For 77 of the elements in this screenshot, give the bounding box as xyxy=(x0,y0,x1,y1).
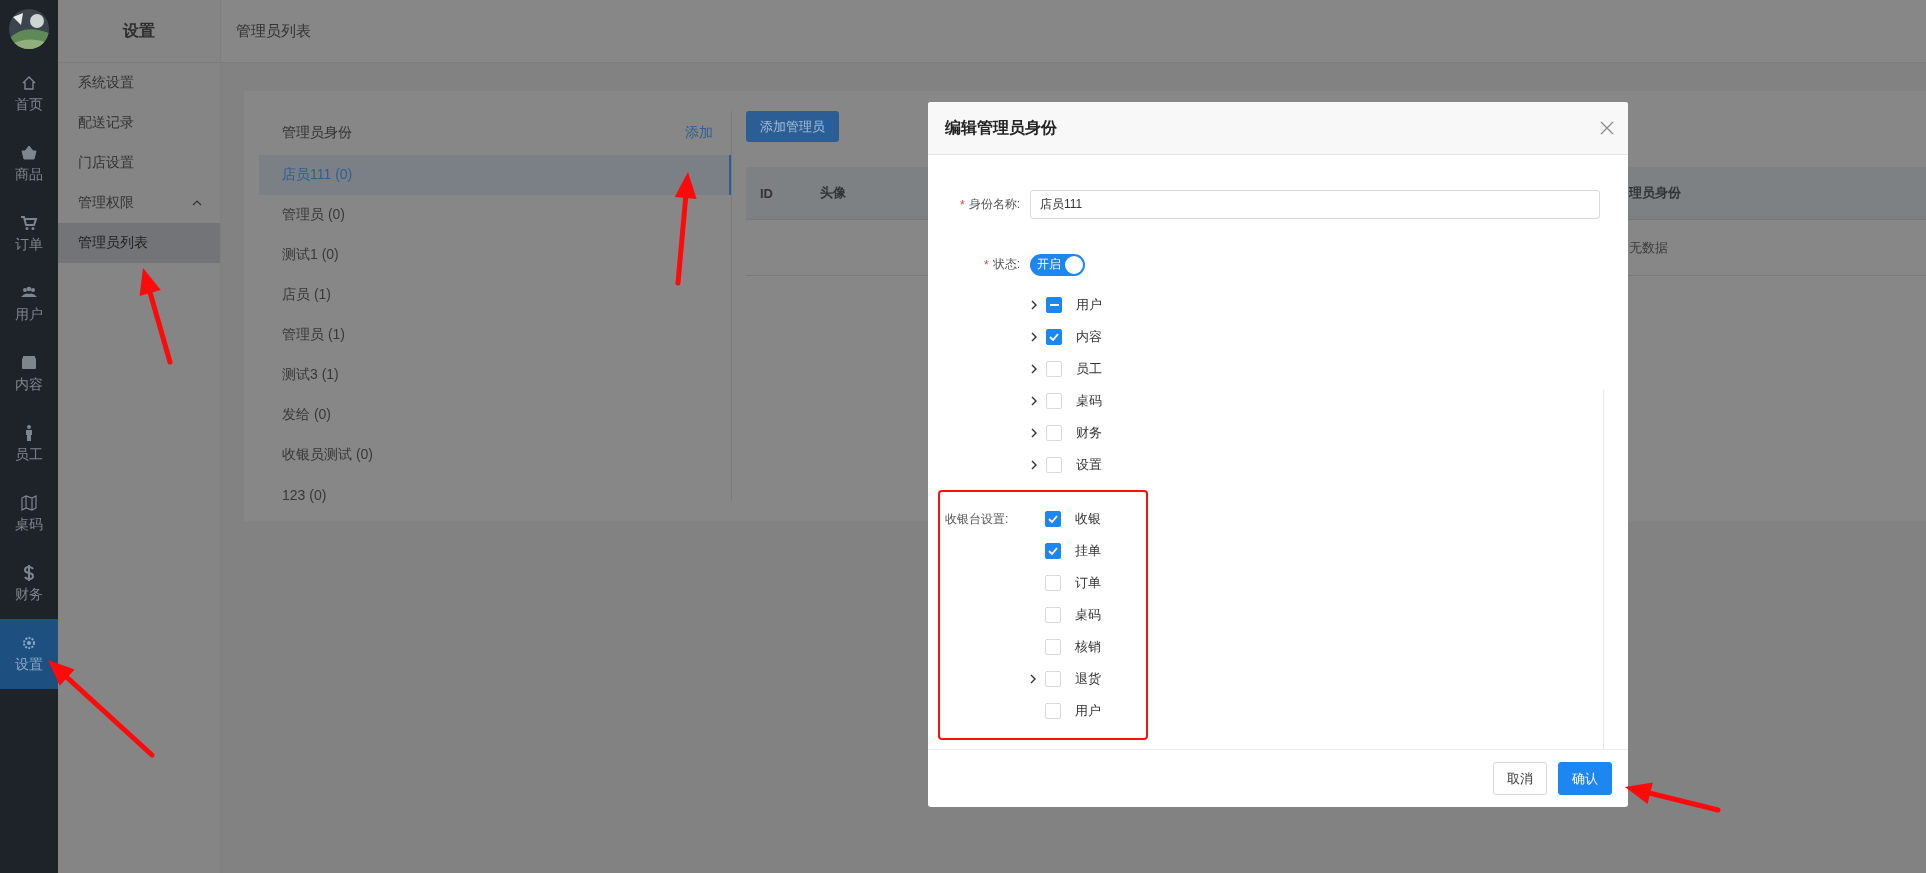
empty-text: 无数据 xyxy=(1629,238,1669,257)
required-mark: * xyxy=(984,257,989,272)
permission-label: 用户 xyxy=(1075,702,1101,720)
home-icon xyxy=(20,74,38,92)
section-label: 收银台设置: xyxy=(944,510,1010,528)
column-header: ID xyxy=(760,185,773,201)
chevron-icon[interactable] xyxy=(1030,396,1038,406)
role-item[interactable]: 店员 (1) xyxy=(259,275,731,315)
cart-icon xyxy=(20,214,38,232)
role-item[interactable]: 测试1 (0) xyxy=(259,235,731,275)
chevron-icon[interactable] xyxy=(1030,428,1038,438)
permission-label: 挂单 xyxy=(1075,542,1101,560)
sidebar-item[interactable]: 管理员列表 xyxy=(58,223,220,263)
nav-item[interactable]: 财务 xyxy=(0,549,58,619)
checkbox[interactable] xyxy=(1045,511,1061,527)
field-label: 状态: xyxy=(992,256,1020,273)
nav-item[interactable]: 用户 xyxy=(0,269,58,339)
checkbox[interactable] xyxy=(1045,543,1061,559)
chevron-icon[interactable] xyxy=(1029,674,1037,684)
basket-icon xyxy=(20,144,38,162)
chevron-icon[interactable] xyxy=(1030,460,1038,470)
role-item[interactable]: 123 (0) xyxy=(259,475,731,515)
permission-label: 员工 xyxy=(1076,360,1102,378)
nav-item[interactable]: 桌码 xyxy=(0,479,58,549)
role-item[interactable]: 收银员测试 (0) xyxy=(259,435,731,475)
map-icon xyxy=(20,494,38,512)
add-link[interactable]: 添加 xyxy=(685,124,713,142)
sidebar-item[interactable]: 门店设置 xyxy=(58,143,220,183)
permission-label: 设置 xyxy=(1076,456,1102,474)
permission-label: 桌码 xyxy=(1076,392,1102,410)
permission-label: 核销 xyxy=(1075,638,1101,656)
nav-item[interactable]: 商品 xyxy=(0,129,58,199)
check-icon xyxy=(1048,515,1058,523)
permission-label: 内容 xyxy=(1076,328,1102,346)
page-title: 管理员列表 xyxy=(236,21,311,41)
caret-icon[interactable] xyxy=(192,200,202,206)
checkbox[interactable] xyxy=(1046,329,1062,345)
nav-item[interactable]: 订单 xyxy=(0,199,58,269)
sidebar-title: 设置 xyxy=(58,0,220,63)
field-label: 身份名称: xyxy=(968,196,1020,213)
nav-item[interactable]: 设置 xyxy=(0,619,58,689)
permission-label: 收银 xyxy=(1075,510,1101,528)
role-item[interactable]: 管理员 (1) xyxy=(259,315,731,355)
sidebar-item[interactable]: 系统设置 xyxy=(58,63,220,103)
permission-label: 财务 xyxy=(1076,424,1102,442)
status-switch[interactable]: 开启 xyxy=(1030,253,1085,276)
check-icon xyxy=(1049,333,1059,341)
close-icon[interactable] xyxy=(1600,121,1614,135)
cancel-button[interactable]: 取消 xyxy=(1493,762,1547,795)
role-item[interactable]: 管理员 (0) xyxy=(259,195,731,235)
role-item[interactable]: 测试3 (1) xyxy=(259,355,731,395)
column-header: 理员身份 xyxy=(1629,185,1681,200)
dash-icon xyxy=(1049,304,1059,306)
check-icon xyxy=(1048,547,1058,555)
checkbox[interactable] xyxy=(1046,297,1062,313)
chevron-icon[interactable] xyxy=(1030,300,1038,310)
nav-item[interactable]: 首页 xyxy=(0,59,58,129)
dialog-title: 编辑管理员身份 xyxy=(945,117,1057,138)
box-icon xyxy=(20,354,38,372)
permission-label: 用户 xyxy=(1076,296,1102,314)
chevron-icon[interactable] xyxy=(1030,364,1038,374)
add-admin-button[interactable]: 添加管理员 xyxy=(746,111,839,142)
permission-label: 退货 xyxy=(1075,670,1101,688)
role-item[interactable]: 发给 (0) xyxy=(259,395,731,435)
sidebar-group[interactable]: 管理权限 xyxy=(78,194,134,212)
name-field[interactable]: 店员111 xyxy=(1030,190,1600,219)
required-mark: * xyxy=(960,197,965,212)
permission-label: 桌码 xyxy=(1075,606,1101,624)
column-header: 头像 xyxy=(820,185,846,200)
sidebar-item[interactable]: 配送记录 xyxy=(58,103,220,143)
gear-icon xyxy=(20,634,38,652)
list-title: 管理员身份 xyxy=(282,124,352,142)
confirm-button[interactable]: 确认 xyxy=(1558,762,1612,795)
permission-label: 订单 xyxy=(1075,574,1101,592)
nav-item[interactable]: 内容 xyxy=(0,339,58,409)
nav-item[interactable]: 员工 xyxy=(0,409,58,479)
chevron-icon[interactable] xyxy=(1030,332,1038,342)
